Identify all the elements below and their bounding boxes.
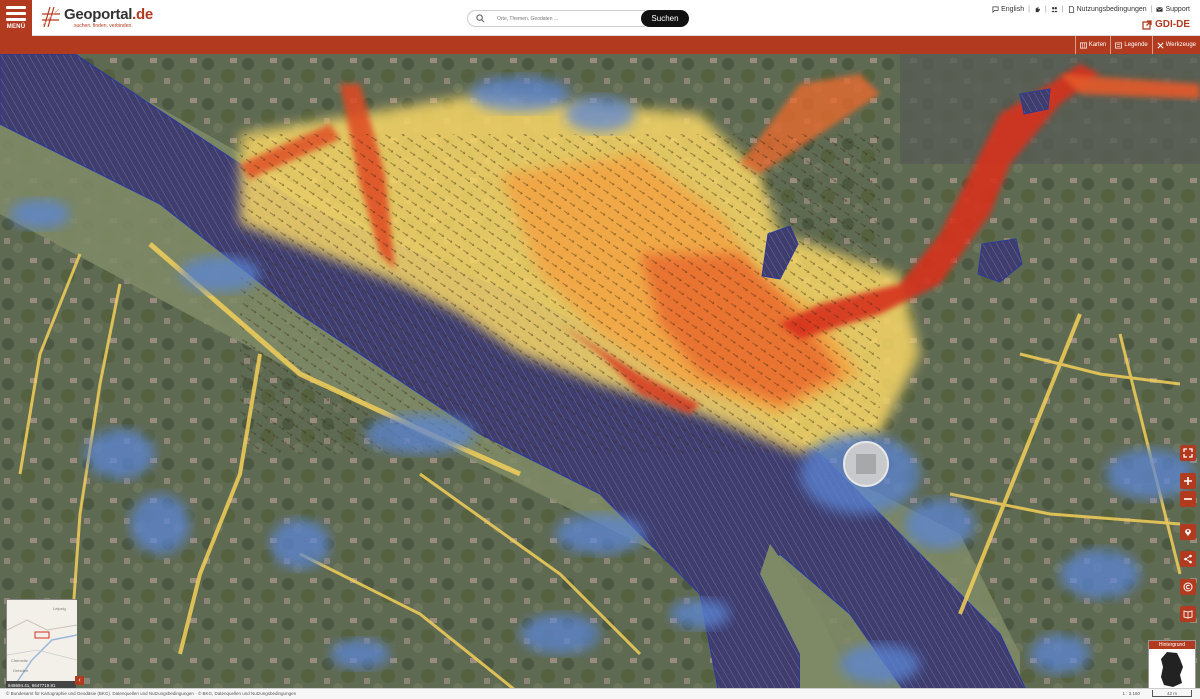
logo-tagline: suchen. finden. verbinden. (74, 23, 133, 29)
fullscreen-icon (1183, 448, 1193, 458)
support-label: Support (1165, 6, 1190, 13)
support-link[interactable]: Support (1156, 6, 1190, 13)
overview-label-2: Chemnitz (11, 658, 28, 663)
location-button[interactable] (1180, 524, 1196, 540)
search-box[interactable] (467, 10, 645, 27)
overview-toggle-button[interactable]: ‹ (75, 676, 84, 685)
map-icon (1079, 42, 1087, 48)
building-center (856, 454, 876, 474)
external-link-icon (1142, 19, 1152, 30)
mail-icon (1156, 7, 1164, 12)
header: MENÜ Geoportal.de suchen. finden. verbin… (0, 0, 1200, 36)
geoportal-app: MENÜ Geoportal.de suchen. finden. verbin… (0, 0, 1200, 699)
zoom-out-icon (1184, 498, 1192, 500)
background-label: Hintergrund (1149, 641, 1195, 649)
search-button[interactable]: Suchen (641, 10, 689, 27)
logo-mark (40, 5, 62, 31)
top-links: English | | | Nutzungsbedingungen | Supp… (992, 6, 1190, 13)
search-bar: Suchen (467, 10, 689, 27)
scale-bar: 42 m (1152, 690, 1192, 697)
terms-link[interactable]: Nutzungsbedingungen (1068, 6, 1147, 13)
share-button[interactable] (1180, 551, 1196, 567)
scale-text: 1 : 3.160 (1122, 691, 1140, 696)
fullscreen-button[interactable] (1180, 445, 1196, 461)
maps-label: Karten (1088, 42, 1107, 48)
chat-icon (992, 6, 999, 13)
hand-icon (1035, 6, 1041, 13)
gdi-de-link[interactable]: GDI-DE (1142, 19, 1190, 30)
copyright-button[interactable] (1180, 579, 1196, 595)
zoom-out-button[interactable] (1180, 491, 1196, 507)
tools-label: Werkzeuge (1165, 42, 1196, 48)
menu-icon (6, 6, 26, 22)
book-icon (1183, 610, 1193, 619)
map-toolbar: Karten Legende Werkzeuge (0, 36, 1200, 54)
maps-button[interactable]: Karten (1074, 36, 1111, 54)
search-input[interactable] (497, 15, 617, 22)
english-link[interactable]: English (992, 6, 1024, 13)
footer-copyright[interactable]: © Bundesamt für Kartographie und Geodäsi… (6, 691, 296, 696)
footer: © Bundesamt für Kartographie und Geodäsi… (0, 688, 1200, 699)
zoom-in-icon (1184, 477, 1192, 485)
legend-label: Legende (1124, 42, 1148, 48)
logo-title: Geoportal.de (64, 6, 153, 23)
gdi-de-label: GDI-DE (1155, 19, 1190, 30)
germany-thumbnail (1149, 649, 1195, 689)
document-icon (1068, 6, 1074, 13)
background-selector[interactable]: Hintergrund (1148, 640, 1196, 690)
overview-label-1: Leipzig (53, 606, 66, 611)
tools-button[interactable]: Werkzeuge (1151, 36, 1200, 54)
map-layer (0, 54, 1200, 699)
legend-icon (1115, 42, 1123, 48)
people-link[interactable] (1051, 6, 1058, 13)
english-label: English (1001, 6, 1025, 13)
book-button[interactable] (1180, 606, 1196, 622)
accessibility-link[interactable] (1034, 6, 1041, 13)
overview-map-graphic: Leipzig Chemnitz Dresden (6, 600, 78, 683)
overview-label-3: Dresden (13, 668, 28, 673)
share-icon (1184, 554, 1192, 564)
people-icon (1051, 7, 1058, 13)
geoportal-logo[interactable]: Geoportal.de suchen. finden. verbinden. (40, 4, 153, 32)
tools-icon (1157, 42, 1164, 48)
copyright-icon (1183, 582, 1193, 592)
search-icon (476, 14, 485, 23)
zoom-in-button[interactable] (1180, 473, 1196, 489)
overview-map[interactable]: Leipzig Chemnitz Dresden (6, 599, 78, 683)
map-canvas[interactable]: Leipzig Chemnitz Dresden 848694.41, 6647… (0, 54, 1200, 699)
terms-label: Nutzungsbedingungen (1076, 6, 1147, 13)
location-icon (1185, 529, 1191, 536)
menu-button[interactable]: MENÜ (0, 0, 32, 36)
legend-button[interactable]: Legende (1110, 36, 1151, 54)
menu-label: MENÜ (6, 24, 26, 30)
